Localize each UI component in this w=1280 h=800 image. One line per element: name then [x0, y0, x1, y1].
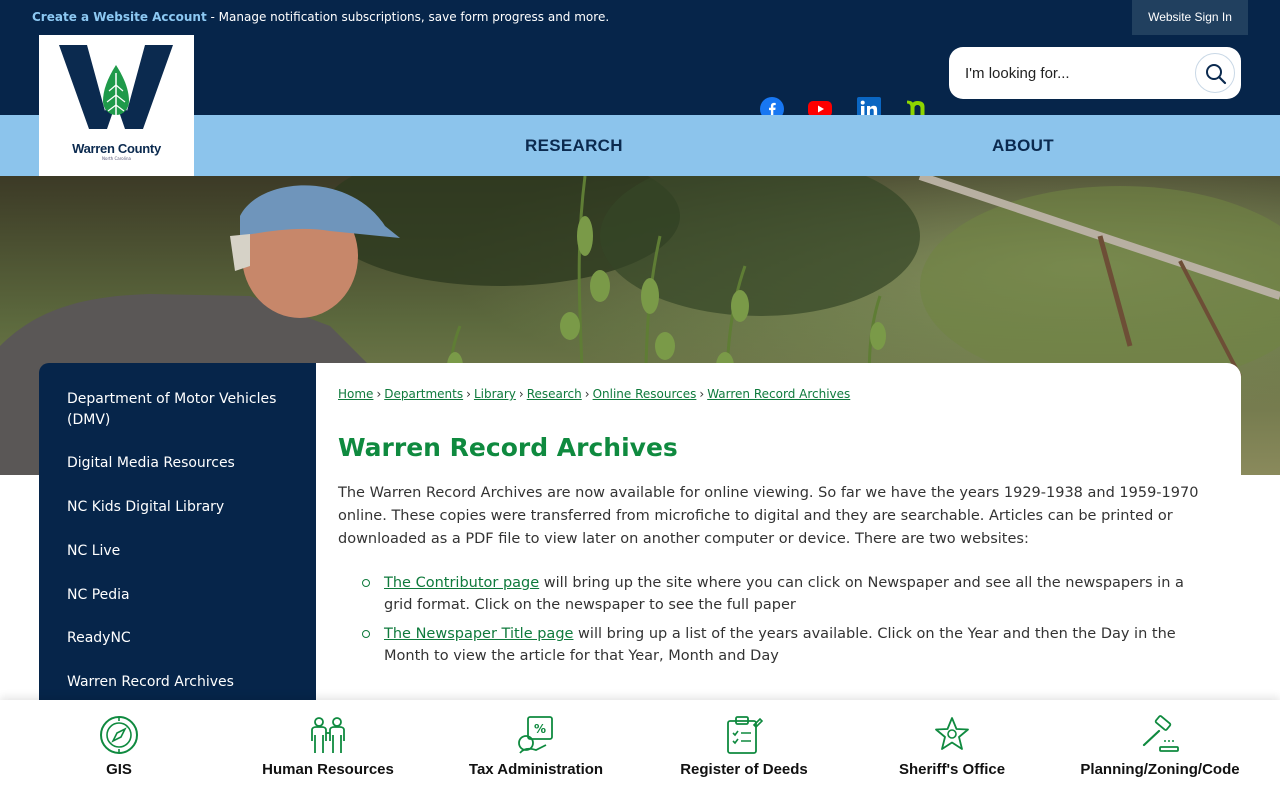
contributor-page-link[interactable]: The Contributor page	[384, 575, 539, 591]
breadcrumb-research[interactable]: Research	[527, 387, 582, 401]
website-sign-in-button[interactable]: Website Sign In	[1132, 0, 1248, 35]
sidebar-item-readync[interactable]: ReadyNC	[67, 628, 297, 649]
list-item: The Newspaper Title page will bring up a…	[362, 623, 1212, 667]
breadcrumb-library[interactable]: Library	[474, 387, 516, 401]
account-banner-text: - Manage notification subscriptions, sav…	[206, 10, 610, 24]
account-banner: Create a Website Account - Manage notifi…	[32, 10, 609, 24]
breadcrumb-separator: ›	[699, 387, 705, 401]
create-account-link[interactable]: Create a Website Account	[32, 10, 207, 24]
quick-link-tax-administration[interactable]: % Tax Administration	[432, 700, 640, 800]
sidebar-item-nc-pedia[interactable]: NC Pedia	[67, 585, 297, 606]
search-box	[949, 47, 1241, 99]
sidebar-item-nc-live[interactable]: NC Live	[67, 541, 297, 562]
quick-link-gis[interactable]: GIS	[15, 700, 223, 800]
breadcrumb-separator: ›	[466, 387, 471, 401]
quick-link-human-resources[interactable]: Human Resources	[224, 700, 432, 800]
breadcrumb-separator: ›	[518, 387, 524, 401]
badge-star-icon	[935, 717, 969, 750]
newspaper-title-page-link[interactable]: The Newspaper Title page	[384, 626, 573, 642]
search-button[interactable]	[1195, 53, 1235, 93]
logo-subtitle: North Carolina	[102, 156, 131, 161]
county-logo[interactable]: Warren County North Carolina	[39, 35, 194, 176]
quick-link-label: Tax Administration	[468, 761, 604, 778]
nav-research[interactable]: RESEARCH	[525, 136, 623, 156]
main-content: Home › Departments › Library › Research › Online…	[316, 363, 1241, 703]
quick-link-label: Planning/Zoning/Code	[1080, 761, 1240, 778]
page-title: Warren Record Archives	[338, 433, 678, 462]
breadcrumb-separator: ›	[584, 387, 590, 401]
gavel-icon	[1142, 715, 1179, 752]
breadcrumb-warren-record-archives[interactable]: Warren Record Archives	[707, 387, 850, 401]
people-icon	[311, 717, 345, 753]
breadcrumb-separator: ›	[376, 387, 382, 401]
search-icon	[1206, 64, 1227, 85]
website-list: The Contributor page will bring up the s…	[362, 572, 1212, 674]
breadcrumb: Home › Departments › Library › Research › Online…	[338, 387, 850, 401]
quick-link-label: Register of Deeds	[680, 761, 808, 778]
sidebar-item-digital-media-resources[interactable]: Digital Media Resources	[67, 453, 297, 474]
bullet-icon	[362, 579, 370, 587]
sidebar-item-warren-record-archives[interactable]: Warren Record Archives	[67, 672, 297, 693]
breadcrumb-home[interactable]: Home	[338, 387, 373, 401]
warren-w-logo-icon	[59, 45, 173, 129]
list-item: The Contributor page will bring up the s…	[362, 572, 1212, 616]
quick-links-bar: GIS Human Resources % Tax Administration…	[0, 700, 1280, 800]
search-input[interactable]	[965, 61, 1185, 85]
intro-paragraph: The Warren Record Archives are now avail…	[338, 485, 1199, 547]
breadcrumb-departments[interactable]: Departments	[384, 387, 463, 401]
quick-link-register-of-deeds[interactable]: Register of Deeds	[640, 700, 848, 800]
quick-link-label: GIS	[106, 761, 132, 778]
nav-about[interactable]: ABOUT	[992, 136, 1054, 156]
logo-name: Warren County	[72, 141, 161, 156]
quick-link-planning-zoning-code[interactable]: Planning/Zoning/Code	[1056, 700, 1264, 800]
sidebar-nav: Department of Motor Vehicles (DMV) Digit…	[39, 363, 316, 703]
breadcrumb-online-resources[interactable]: Online Resources	[593, 387, 697, 401]
quick-link-label: Sheriff's Office	[898, 761, 1006, 778]
sidebar-item-nc-kids-digital-library[interactable]: NC Kids Digital Library	[67, 497, 297, 518]
clipboard-icon	[727, 716, 764, 754]
sidebar-item-dmv[interactable]: Department of Motor Vehicles (DMV)	[67, 389, 297, 431]
compass-icon	[100, 716, 138, 754]
quick-link-label: Human Resources	[262, 761, 394, 778]
svg-text:%: %	[534, 722, 546, 736]
quick-link-sheriffs-office[interactable]: Sheriff's Office	[848, 700, 1056, 800]
top-bar: Create a Website Account - Manage notifi…	[0, 0, 1280, 36]
tax-icon: %	[518, 716, 553, 754]
bullet-icon	[362, 630, 370, 638]
